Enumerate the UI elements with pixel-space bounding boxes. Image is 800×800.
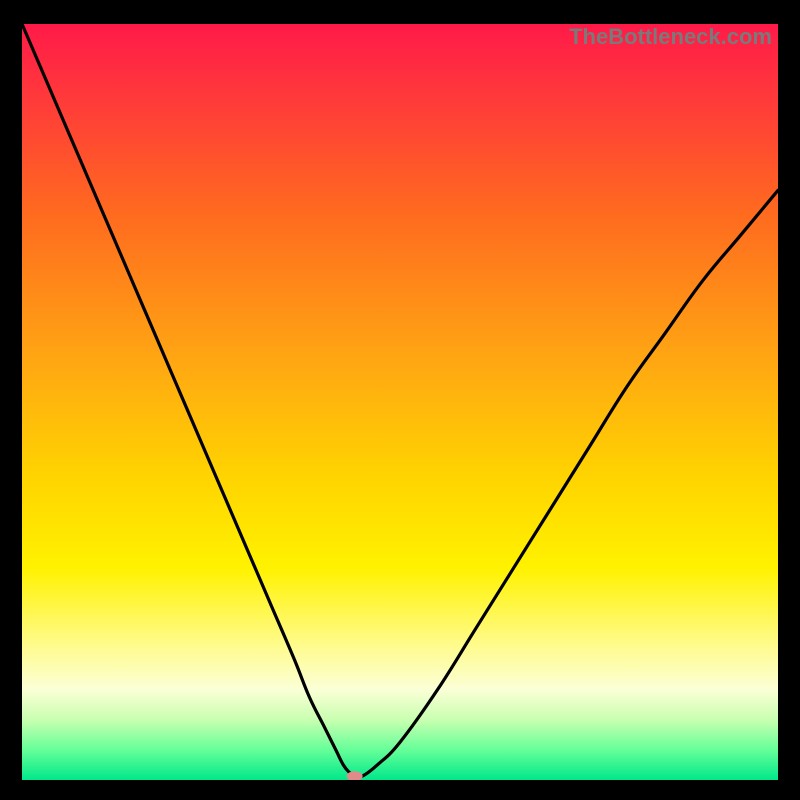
chart-svg <box>22 24 778 780</box>
bottleneck-curve-path <box>22 24 778 777</box>
plot-area: TheBottleneck.com <box>22 24 778 780</box>
chart-frame: TheBottleneck.com <box>0 0 800 800</box>
